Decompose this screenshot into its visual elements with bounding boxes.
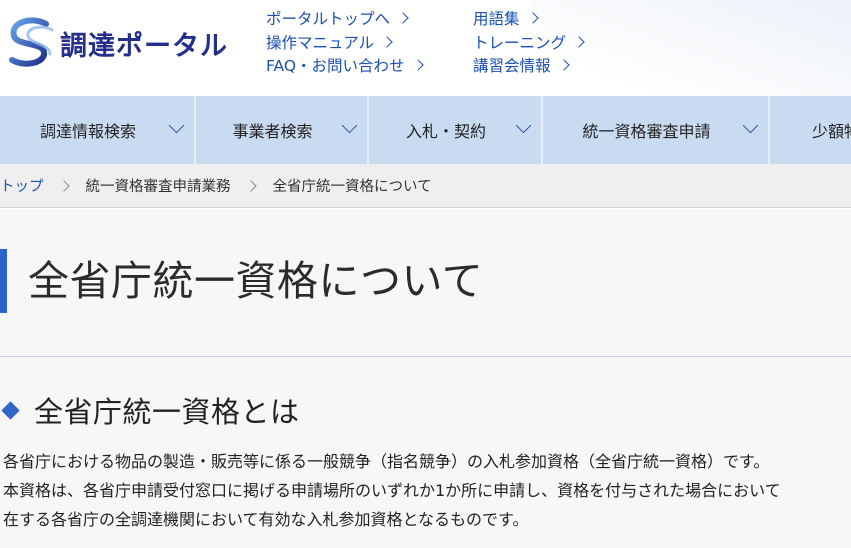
nav-item-bidding-contract[interactable]: 入札・契約 bbox=[369, 96, 543, 164]
breadcrumb: トップ 統一資格審査申請業務 全省庁統一資格について bbox=[0, 164, 851, 208]
logo-text: 調達ポータル bbox=[60, 30, 228, 62]
paragraph-line: 各省庁における物品の製造・販売等に係る一般競争（指名競争）の入札参加資格（全省庁… bbox=[3, 452, 770, 471]
breadcrumb-unified-qualification-work[interactable]: 統一資格審査申請業務 bbox=[86, 175, 231, 196]
site-header: 調達ポータル ポータルトップへ 操作マニュアル FAQ・お問い合わせ 用語集 ト… bbox=[0, 0, 851, 96]
nav-item-small-amount[interactable]: 少額物 bbox=[770, 96, 851, 164]
breadcrumb-current: 全省庁統一資格について bbox=[272, 179, 432, 195]
section-title: 全省庁統一資格とは bbox=[34, 395, 300, 429]
link-portal-top[interactable]: ポータルトップへ bbox=[266, 8, 422, 32]
chevron-down-icon bbox=[168, 117, 185, 134]
chevron-down-icon bbox=[341, 117, 358, 134]
nav-item-business-search[interactable]: 事業者検索 bbox=[196, 96, 369, 164]
page-title: 全省庁統一資格について bbox=[28, 257, 484, 305]
nav-item-label: 入札・契約 bbox=[405, 122, 486, 141]
nav-item-label: 少額物 bbox=[812, 122, 851, 141]
chevron-down-icon bbox=[515, 117, 532, 134]
link-training[interactable]: トレーニング bbox=[473, 32, 585, 56]
link-manual[interactable]: 操作マニュアル bbox=[266, 32, 422, 56]
link-label: 用語集 bbox=[473, 10, 520, 28]
chevron-right-icon bbox=[573, 35, 585, 48]
chevron-right-icon bbox=[244, 179, 257, 192]
section-heading: 全省庁統一資格とは bbox=[1, 389, 300, 431]
nav-item-unified-qualification[interactable]: 統一資格審査申請 bbox=[543, 96, 770, 164]
link-label: ポータルトップへ bbox=[266, 10, 391, 28]
header-links-col2: 用語集 トレーニング 講習会情報 bbox=[473, 8, 585, 79]
chevron-right-icon bbox=[397, 12, 409, 24]
link-faq-contact[interactable]: FAQ・お問い合わせ bbox=[266, 55, 424, 79]
header-links-col1: ポータルトップへ 操作マニュアル FAQ・お問い合わせ bbox=[266, 8, 424, 79]
chevron-right-icon bbox=[557, 59, 570, 71]
breadcrumb-top[interactable]: トップ bbox=[0, 175, 44, 196]
nav-item-label: 事業者検索 bbox=[232, 122, 313, 141]
link-seminar-info[interactable]: 講習会情報 bbox=[473, 55, 583, 79]
main-content: 全省庁統一資格について 全省庁統一資格とは 各省庁における物品の製造・販売等に係… bbox=[0, 209, 851, 548]
diamond-icon bbox=[1, 400, 20, 420]
chevron-right-icon bbox=[411, 59, 424, 71]
link-label: 講習会情報 bbox=[473, 57, 551, 75]
title-divider bbox=[0, 356, 851, 357]
nav-item-label: 調達情報検索 bbox=[39, 122, 136, 141]
link-label: 操作マニュアル bbox=[266, 33, 375, 52]
s-swirl-logo-icon bbox=[9, 17, 54, 67]
site-logo[interactable]: 調達ポータル bbox=[2, 14, 228, 72]
nav-item-label: 統一資格審査申請 bbox=[582, 122, 711, 141]
link-label: トレーニング bbox=[473, 33, 567, 52]
link-glossary[interactable]: 用語集 bbox=[473, 8, 583, 32]
nav-item-procurement-search[interactable]: 調達情報検索 bbox=[0, 96, 196, 164]
chevron-right-icon bbox=[57, 179, 70, 192]
chevron-right-icon bbox=[381, 35, 393, 48]
chevron-right-icon bbox=[526, 12, 539, 24]
paragraph-line: 在する各省庁の全調達機関において有効な入札参加資格となるものです。 bbox=[3, 510, 529, 529]
paragraph-line: 本資格は、各省庁申請受付窓口に掲げる申請場所のいずれか1か所に申請し、資格を付与… bbox=[3, 481, 781, 500]
chevron-down-icon bbox=[742, 117, 759, 134]
link-label: FAQ・お問い合わせ bbox=[266, 57, 405, 75]
section-body: 各省庁における物品の製造・販売等に係る一般競争（指名競争）の入札参加資格（全省庁… bbox=[3, 447, 781, 534]
global-nav: 調達情報検索 事業者検索 入札・契約 統一資格審査申請 少額物 bbox=[0, 96, 851, 164]
title-accent-bar bbox=[0, 249, 7, 313]
